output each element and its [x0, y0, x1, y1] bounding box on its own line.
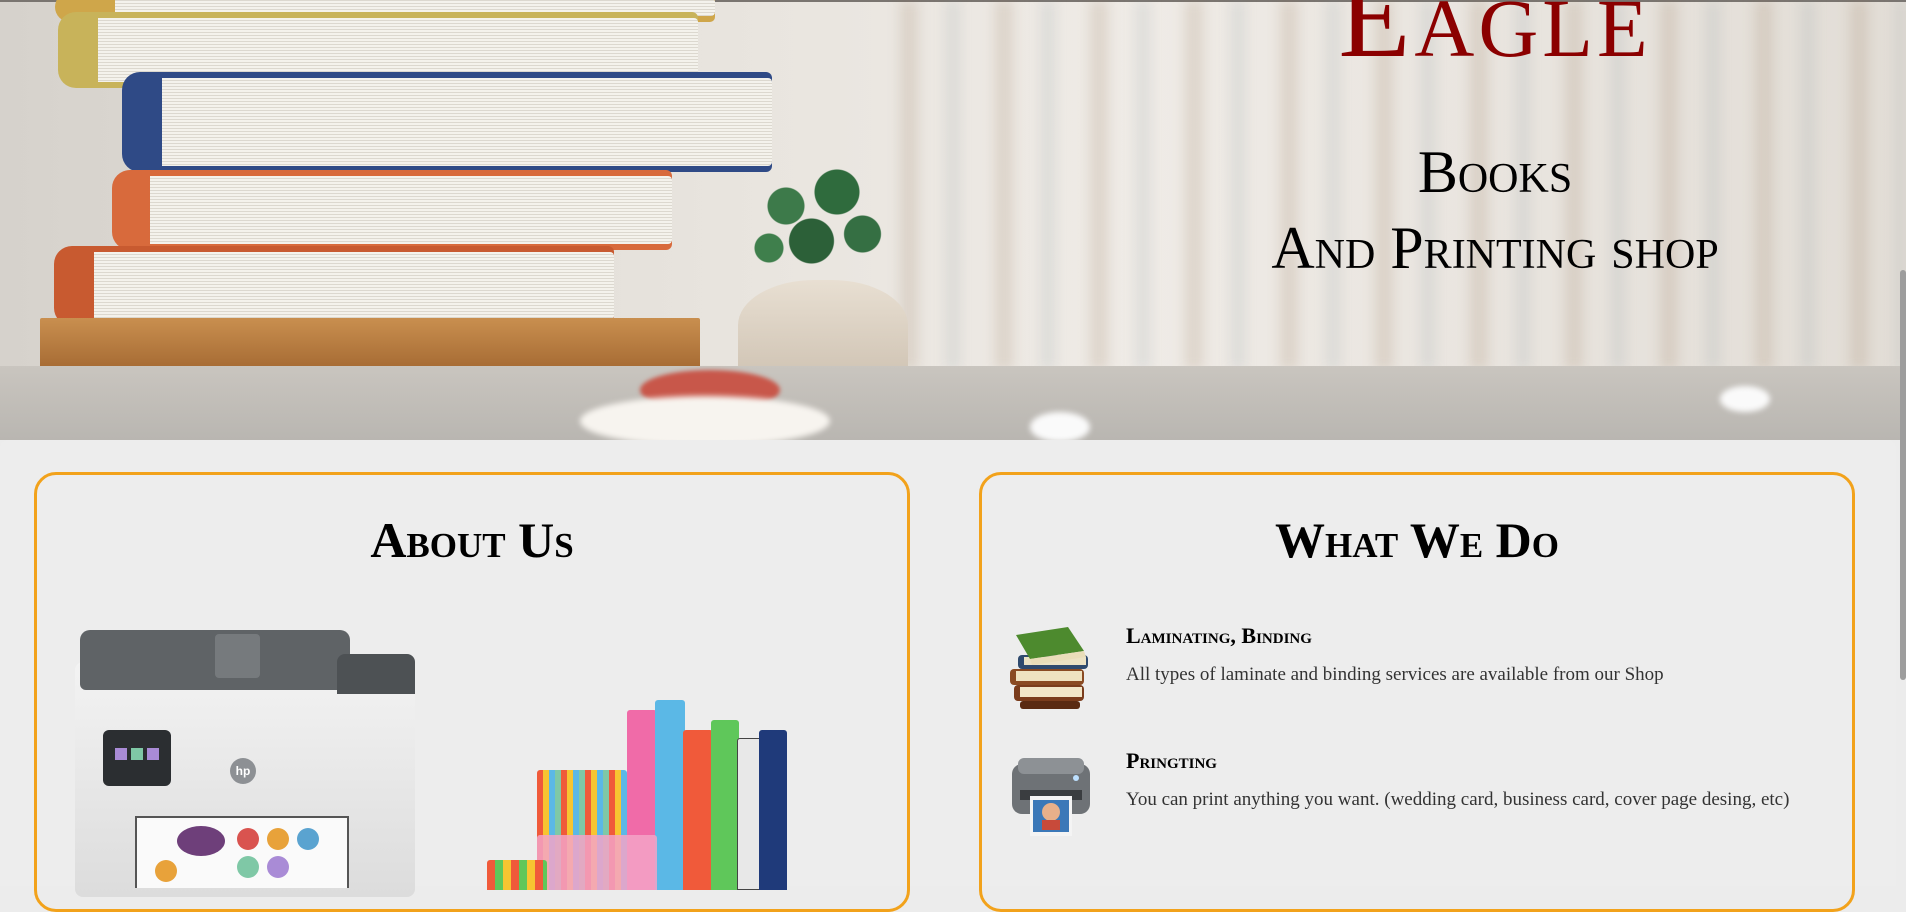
- plant-image: [735, 150, 905, 290]
- hero-banner: Eagle Books And Printing shop: [0, 0, 1906, 440]
- light-bokeh: [1030, 412, 1090, 440]
- main-content: About Us hp What We Do Laminating, Bindi…: [0, 440, 1896, 912]
- about-us-card: About Us hp: [34, 472, 910, 912]
- scrollbar-thumb[interactable]: [1900, 270, 1906, 680]
- lamp-light: [580, 396, 830, 440]
- service-description: You can print anything you want. (weddin…: [1126, 789, 1790, 810]
- what-we-do-heading: What We Do: [1274, 512, 1560, 568]
- stationery-image: [477, 670, 787, 890]
- photo-printer-icon: [1006, 750, 1096, 842]
- tagline-line-2: And Printing shop: [1271, 215, 1719, 281]
- about-us-heading: About Us: [370, 512, 574, 568]
- stacked-books-image: [40, 0, 772, 370]
- service-title: Laminating, Binding: [1126, 623, 1312, 648]
- tagline-line-1: Books: [1417, 139, 1573, 205]
- vase-image: [738, 280, 908, 380]
- service-description: All types of laminate and binding servic…: [1126, 664, 1664, 685]
- service-title: Pringting: [1126, 748, 1217, 773]
- light-bokeh: [1720, 386, 1770, 412]
- brand-title: Eagle: [1338, 0, 1652, 82]
- stacked-books-icon: [1006, 625, 1096, 717]
- printer-image: hp: [75, 630, 415, 897]
- hp-logo: hp: [230, 758, 256, 784]
- what-we-do-card: What We Do Laminating, Binding All types…: [979, 472, 1855, 912]
- table-surface: [0, 366, 1906, 440]
